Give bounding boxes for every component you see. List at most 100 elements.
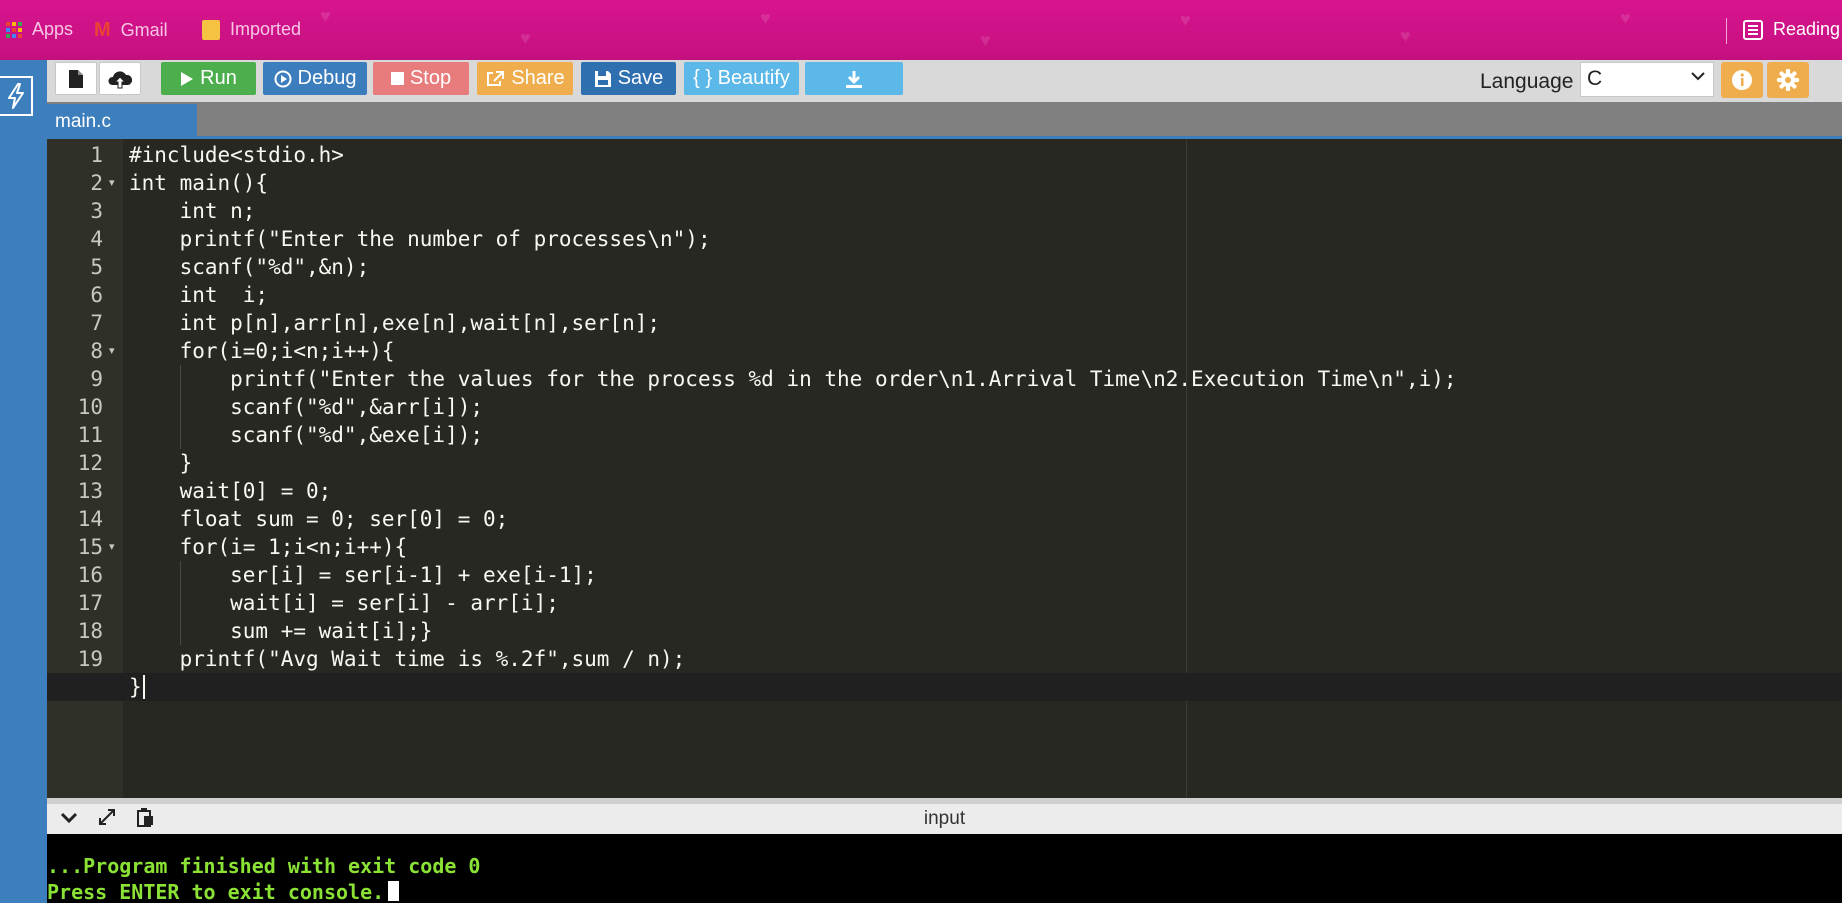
download-button[interactable] bbox=[805, 62, 903, 95]
new-file-button[interactable] bbox=[55, 62, 97, 95]
code-line: for(i=0;i<n;i++){ bbox=[129, 339, 395, 363]
share-icon bbox=[487, 70, 505, 86]
code-line: printf("Enter the values for the process… bbox=[129, 367, 1457, 391]
bookmark-apps[interactable]: Apps bbox=[6, 19, 73, 40]
tab-main-c-label: main.c bbox=[55, 111, 111, 132]
line-number: 10 bbox=[77, 395, 103, 419]
line-number: 6 bbox=[90, 283, 103, 307]
code-line: sum += wait[i];} bbox=[129, 619, 433, 643]
fold-toggle-icon[interactable]: ▾ bbox=[109, 337, 115, 365]
code-line: ser[i] = ser[i-1] + exe[i-1]; bbox=[129, 563, 597, 587]
code-line: int n; bbox=[129, 199, 256, 223]
debug-label: Debug bbox=[297, 67, 357, 89]
stop-button[interactable]: Stop bbox=[373, 62, 469, 95]
debug-play-circle-icon bbox=[274, 70, 292, 87]
line-number: 13 bbox=[77, 479, 103, 503]
reading-list-button[interactable]: Reading bbox=[1743, 19, 1840, 40]
bookmark-imported[interactable]: Imported bbox=[202, 19, 301, 40]
left-sidebar bbox=[0, 60, 47, 903]
chevron-down-icon bbox=[60, 812, 78, 824]
line-number: 12 bbox=[77, 451, 103, 475]
file-tab-bar: main.c bbox=[47, 102, 1842, 136]
gear-icon bbox=[1777, 69, 1799, 91]
code-line: wait[i] = ser[i] - arr[i]; bbox=[129, 591, 559, 615]
code-line: wait[0] = 0; bbox=[129, 479, 332, 503]
fold-toggle-icon[interactable]: ▾ bbox=[109, 533, 115, 561]
console-title: input bbox=[923, 808, 966, 829]
chevron-down-icon bbox=[1691, 72, 1705, 81]
code-line: int p[n],arr[n],exe[n],wait[n],ser[n]; bbox=[129, 311, 661, 335]
line-number: 5 bbox=[90, 255, 103, 279]
run-button[interactable]: Run bbox=[161, 62, 256, 95]
upload-button[interactable] bbox=[99, 62, 141, 95]
line-number: 2 bbox=[90, 171, 103, 195]
code-line: scanf("%d",&n); bbox=[129, 255, 370, 279]
console-line: Press ENTER to exit console. bbox=[47, 880, 400, 903]
code-line: for(i= 1;i<n;i++){ bbox=[129, 535, 408, 559]
info-icon bbox=[1732, 70, 1752, 90]
code-line: scanf("%d",&exe[i]); bbox=[129, 423, 484, 447]
code-line: int i; bbox=[129, 283, 269, 307]
bookmark-imported-label: Imported bbox=[230, 19, 302, 39]
gmail-icon: M bbox=[94, 19, 111, 41]
indent-guide bbox=[179, 365, 181, 449]
language-value: C bbox=[1587, 67, 1603, 90]
console-output[interactable]: ...Program finished with exit code 0 Pre… bbox=[47, 834, 1842, 903]
new-file-icon bbox=[69, 69, 83, 88]
save-label: Save bbox=[617, 67, 664, 89]
line-number: 16 bbox=[77, 563, 103, 587]
line-number: 9 bbox=[90, 367, 103, 391]
bookmark-gmail[interactable]: M Gmail bbox=[94, 19, 168, 42]
code-line: #include<stdio.h> bbox=[129, 143, 344, 167]
line-number: 19 bbox=[77, 647, 103, 671]
download-icon bbox=[846, 70, 862, 88]
bookmark-gmail-label: Gmail bbox=[120, 20, 168, 40]
cloud-upload-icon bbox=[108, 70, 132, 88]
line-number: 1 bbox=[90, 143, 103, 167]
bookmark-apps-label: Apps bbox=[32, 19, 74, 39]
console-header: input bbox=[47, 798, 1842, 834]
indent-guide bbox=[179, 561, 181, 645]
line-number: 11 bbox=[77, 423, 103, 447]
save-button[interactable]: Save bbox=[581, 62, 676, 95]
reading-list-icon bbox=[1743, 19, 1763, 40]
stop-square-icon bbox=[390, 72, 404, 85]
language-label: Language bbox=[1480, 70, 1574, 93]
beautify-label: { } Beautify bbox=[693, 67, 790, 89]
tab-main-c[interactable]: main.c bbox=[47, 104, 197, 136]
expand-console-button[interactable] bbox=[97, 807, 117, 832]
language-select[interactable]: C bbox=[1580, 62, 1714, 97]
beautify-button[interactable]: { } Beautify bbox=[684, 62, 799, 95]
active-line-highlight bbox=[47, 673, 1842, 701]
lightning-icon bbox=[7, 83, 24, 109]
console-cursor bbox=[388, 881, 400, 901]
code-line: printf("Avg Wait time is %.2f",sum / n); bbox=[129, 647, 686, 671]
copy-output-button[interactable] bbox=[135, 807, 155, 832]
line-number: 14 bbox=[77, 507, 103, 531]
toolbar: Run Debug Stop Share Save { } Beautify L… bbox=[47, 60, 1842, 102]
code-line: } bbox=[129, 675, 142, 699]
debug-button[interactable]: Debug bbox=[263, 62, 367, 95]
collapse-console-button[interactable] bbox=[59, 807, 79, 832]
code-line: printf("Enter the number of processes\n"… bbox=[129, 227, 711, 251]
console-line: ...Program finished with exit code 0 bbox=[47, 854, 481, 878]
folder-icon bbox=[202, 19, 220, 40]
settings-button[interactable] bbox=[1767, 62, 1809, 98]
share-label: Share bbox=[511, 67, 565, 89]
line-number: 17 bbox=[77, 591, 103, 615]
info-button[interactable] bbox=[1721, 62, 1763, 98]
play-icon bbox=[181, 71, 194, 86]
sidebar-toggle-button[interactable] bbox=[0, 76, 33, 116]
clipboard-icon bbox=[137, 808, 153, 827]
line-number: 15 bbox=[77, 535, 103, 559]
expand-arrows-icon bbox=[99, 809, 115, 825]
fold-toggle-icon[interactable]: ▾ bbox=[109, 169, 115, 197]
text-cursor bbox=[142, 675, 145, 699]
code-editor[interactable]: 12▾345678▾9101112131415▾1617181920 #incl… bbox=[47, 139, 1842, 798]
floppy-disk-icon bbox=[594, 70, 611, 87]
line-number: 7 bbox=[90, 311, 103, 335]
share-button[interactable]: Share bbox=[477, 62, 573, 95]
line-number: 8 bbox=[90, 339, 103, 363]
reading-list-label: Reading bbox=[1773, 19, 1841, 39]
code-line: int main(){ bbox=[129, 171, 269, 195]
